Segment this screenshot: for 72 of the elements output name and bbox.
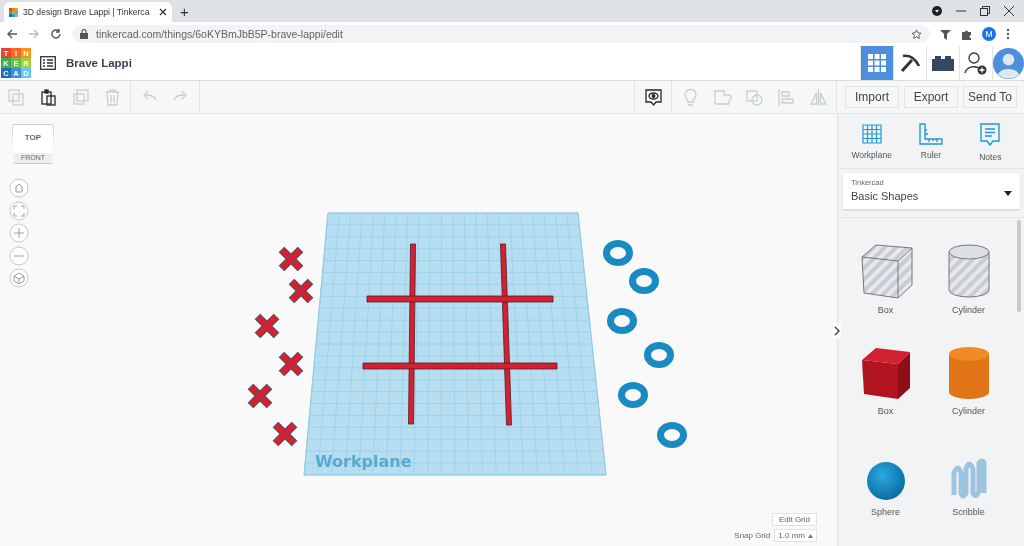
favicon-icon bbox=[9, 7, 18, 17]
grid-view-icon bbox=[868, 54, 886, 72]
scrollbar[interactable] bbox=[1017, 220, 1021, 312]
design-list-icon[interactable] bbox=[40, 56, 56, 70]
snap-grid-label: Snap Grid bbox=[734, 531, 771, 540]
panel-tool[interactable]: Workplane bbox=[845, 122, 898, 162]
scribble-shape[interactable] bbox=[950, 457, 987, 501]
back-icon[interactable] bbox=[6, 28, 18, 40]
forward-icon[interactable] bbox=[28, 28, 40, 40]
shape-item[interactable]: Scribble bbox=[927, 430, 1010, 531]
add-user-icon[interactable] bbox=[964, 51, 988, 75]
shape-item[interactable]: Box bbox=[844, 228, 927, 329]
profile-avatar[interactable]: M bbox=[982, 27, 996, 41]
x-piece bbox=[278, 351, 304, 377]
x-piece bbox=[288, 278, 314, 304]
reload-icon[interactable] bbox=[50, 28, 62, 40]
address-bar[interactable]: tinkercad.com/things/6oKYBmJbB5P-brave-lappi/edit bbox=[72, 25, 930, 43]
zoom-out-icon[interactable] bbox=[9, 245, 29, 266]
design-title[interactable]: Brave Lappi bbox=[66, 57, 132, 69]
zoom-in-icon[interactable] bbox=[9, 223, 29, 243]
cylinder-shape[interactable] bbox=[947, 346, 990, 400]
dropdown-caret-icon bbox=[1004, 191, 1012, 196]
box-shape[interactable] bbox=[859, 346, 912, 400]
notes-icon[interactable] bbox=[979, 122, 1002, 148]
workplane-label: Workplane bbox=[315, 452, 412, 471]
fit-view-icon[interactable] bbox=[9, 200, 29, 221]
shape-item[interactable]: Sphere bbox=[844, 430, 927, 531]
toolbar-button[interactable]: Send To bbox=[963, 86, 1017, 108]
toolbar-button[interactable]: Export bbox=[904, 86, 958, 108]
x-piece bbox=[272, 421, 298, 447]
x-piece bbox=[254, 313, 280, 339]
home-icon[interactable] bbox=[9, 178, 29, 198]
ruler-icon[interactable] bbox=[918, 122, 944, 146]
panel-tool[interactable]: Ruler bbox=[905, 122, 957, 162]
new-tab-button[interactable]: + bbox=[180, 2, 189, 22]
profile-menu-icon[interactable] bbox=[932, 6, 942, 16]
x-piece bbox=[278, 246, 304, 272]
panel-tool[interactable]: Notes bbox=[964, 122, 1017, 162]
shape-item[interactable]: Box bbox=[844, 329, 927, 430]
star-icon[interactable] bbox=[911, 28, 922, 40]
collapse-icon[interactable] bbox=[833, 323, 841, 339]
pickaxe-icon bbox=[899, 52, 921, 74]
filter-icon[interactable] bbox=[940, 28, 951, 40]
avatar-icon[interactable] bbox=[993, 47, 1024, 79]
browser-tab[interactable]: 3D design Brave Lappi | Tinkerca bbox=[4, 2, 172, 22]
dropdown-value: Basic Shapes bbox=[851, 190, 920, 202]
shape-item[interactable]: Cylinder bbox=[927, 329, 1010, 430]
ring-piece bbox=[644, 342, 674, 368]
menu-icon[interactable] bbox=[1006, 28, 1010, 40]
bricks-icon bbox=[932, 55, 954, 71]
shape-item[interactable]: Cylinder bbox=[927, 228, 1010, 329]
speech-bubble-eye-icon[interactable] bbox=[643, 87, 663, 107]
snap-grid-select[interactable]: 1.0 mm bbox=[774, 529, 817, 542]
ring-piece bbox=[603, 240, 633, 266]
restore-icon[interactable] bbox=[980, 6, 990, 16]
cube-icon[interactable] bbox=[9, 268, 29, 288]
ring-piece bbox=[618, 382, 648, 408]
ring-piece bbox=[657, 422, 687, 448]
cylinder-hole-shape[interactable] bbox=[946, 243, 991, 299]
close-icon[interactable] bbox=[159, 8, 167, 16]
edit-grid-button[interactable]: Edit Grid bbox=[771, 513, 817, 526]
puzzle-icon[interactable] bbox=[961, 28, 972, 40]
ring-piece bbox=[607, 308, 637, 334]
workplane-icon[interactable] bbox=[859, 122, 884, 146]
sphere-shape[interactable] bbox=[865, 461, 906, 501]
caret-icon bbox=[808, 533, 813, 538]
paste-icon[interactable] bbox=[38, 87, 58, 107]
lock-icon bbox=[80, 29, 88, 39]
ring-piece bbox=[629, 268, 659, 294]
close-icon[interactable] bbox=[1004, 6, 1014, 16]
toolbar-button[interactable]: Import bbox=[845, 86, 899, 108]
x-piece bbox=[247, 383, 273, 409]
